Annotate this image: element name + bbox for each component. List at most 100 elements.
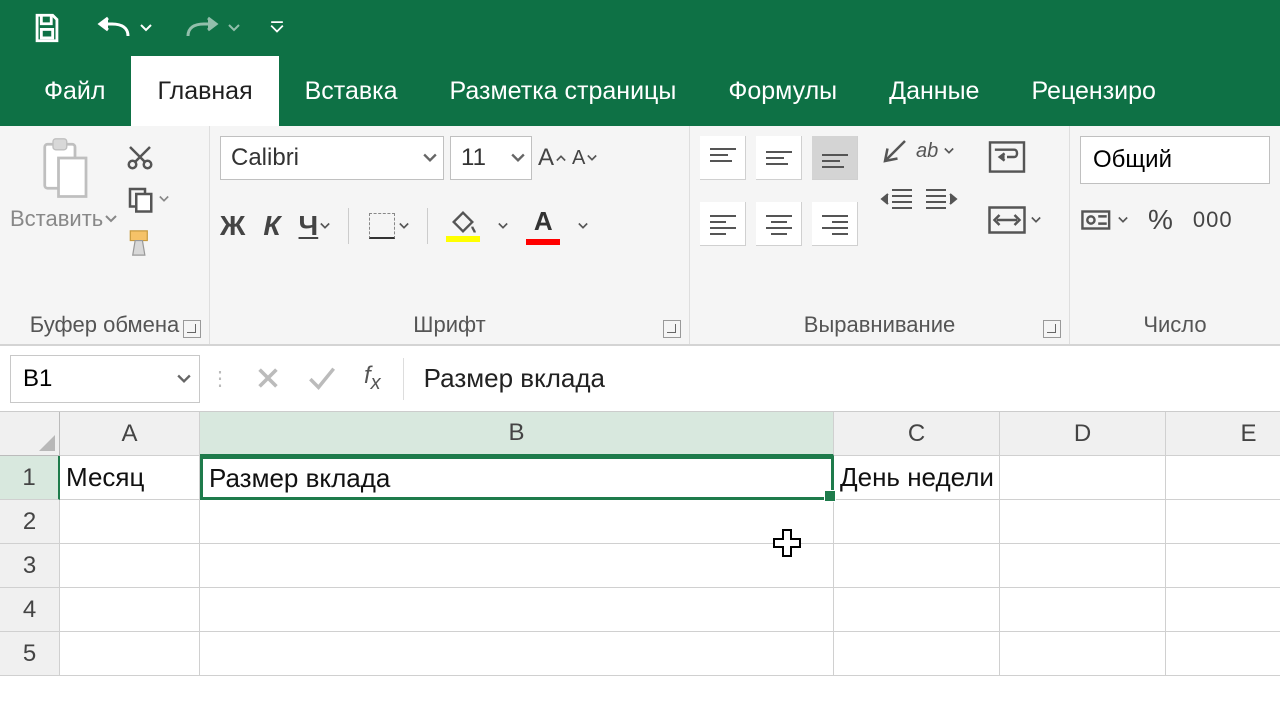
align-left-button[interactable] bbox=[700, 202, 746, 246]
confirm-edit-button[interactable] bbox=[308, 366, 336, 390]
number-format-value: Общий bbox=[1093, 146, 1172, 174]
cell-C3[interactable] bbox=[834, 544, 1000, 588]
cell-D3[interactable] bbox=[1000, 544, 1166, 588]
cell-E3[interactable] bbox=[1166, 544, 1280, 588]
font-color-button[interactable]: A bbox=[526, 206, 560, 245]
tab-formulas[interactable]: Формулы bbox=[702, 56, 863, 126]
tab-page-layout[interactable]: Разметка страницы bbox=[424, 56, 703, 126]
cell-A5[interactable] bbox=[60, 632, 200, 676]
underline-button[interactable]: Ч bbox=[299, 210, 331, 242]
group-label-number: Число bbox=[1080, 312, 1270, 340]
cell-A3[interactable] bbox=[60, 544, 200, 588]
tab-review[interactable]: Рецензиро bbox=[1005, 56, 1181, 126]
alignment-dialog-launcher[interactable] bbox=[1043, 320, 1061, 338]
paste-caret-icon bbox=[105, 213, 117, 225]
cell-E4[interactable] bbox=[1166, 588, 1280, 632]
accounting-format-button[interactable] bbox=[1080, 206, 1128, 234]
number-format-combo[interactable]: Общий bbox=[1080, 136, 1270, 184]
underline-caret-icon bbox=[320, 221, 330, 231]
font-color-caret-icon[interactable] bbox=[578, 221, 588, 231]
name-box[interactable]: B1 bbox=[10, 355, 200, 403]
ribbon: Вставить bbox=[0, 126, 1280, 346]
col-header-B[interactable]: B bbox=[200, 412, 834, 456]
redo-caret-icon[interactable] bbox=[228, 22, 240, 34]
cell-C4[interactable] bbox=[834, 588, 1000, 632]
comma-style-button[interactable]: 000 bbox=[1193, 207, 1233, 233]
insert-function-button[interactable]: fx bbox=[364, 362, 381, 395]
italic-button[interactable]: К bbox=[263, 210, 280, 242]
row-header-3[interactable]: 3 bbox=[0, 544, 60, 588]
font-name-combo[interactable]: Calibri bbox=[220, 136, 444, 180]
font-name-value: Calibri bbox=[231, 144, 299, 172]
select-all-corner[interactable] bbox=[0, 412, 60, 456]
font-dialog-launcher[interactable] bbox=[663, 320, 681, 338]
col-header-A[interactable]: A bbox=[60, 412, 200, 456]
col-header-E[interactable]: E bbox=[1166, 412, 1280, 456]
align-right-button[interactable] bbox=[812, 202, 858, 246]
cell-D5[interactable] bbox=[1000, 632, 1166, 676]
row-header-2[interactable]: 2 bbox=[0, 500, 60, 544]
row-header-5[interactable]: 5 bbox=[0, 632, 60, 676]
save-button[interactable] bbox=[30, 0, 64, 56]
ribbon-tabs: Файл Главная Вставка Разметка страницы Ф… bbox=[0, 56, 1280, 126]
cell-D1[interactable] bbox=[1000, 456, 1166, 500]
cell-B1[interactable]: Размер вклада bbox=[200, 456, 834, 500]
undo-button[interactable] bbox=[94, 0, 152, 56]
col-header-D[interactable]: D bbox=[1000, 412, 1166, 456]
cell-E2[interactable] bbox=[1166, 500, 1280, 544]
cell-C1[interactable]: День недели bbox=[834, 456, 1000, 500]
undo-caret-icon[interactable] bbox=[140, 22, 152, 34]
cell-C2[interactable] bbox=[834, 500, 1000, 544]
clipboard-dialog-launcher[interactable] bbox=[183, 320, 201, 338]
group-clipboard: Вставить bbox=[0, 126, 210, 344]
cell-D4[interactable] bbox=[1000, 588, 1166, 632]
borders-button[interactable] bbox=[367, 211, 409, 241]
cell-E1[interactable] bbox=[1166, 456, 1280, 500]
orientation-button[interactable]: ab bbox=[880, 136, 958, 166]
row-header-1[interactable]: 1 bbox=[0, 456, 60, 500]
increase-indent-button[interactable] bbox=[924, 186, 958, 219]
cell-C5[interactable] bbox=[834, 632, 1000, 676]
cut-button[interactable] bbox=[125, 142, 169, 172]
cell-D2[interactable] bbox=[1000, 500, 1166, 544]
cell-A4[interactable] bbox=[60, 588, 200, 632]
decrease-indent-button[interactable] bbox=[880, 186, 914, 219]
tab-home[interactable]: Главная bbox=[131, 56, 278, 126]
merge-center-button[interactable] bbox=[987, 205, 1041, 235]
increase-font-button[interactable]: A bbox=[538, 144, 566, 172]
paste-button[interactable]: Вставить bbox=[10, 136, 117, 232]
group-label-font: Шрифт bbox=[220, 312, 679, 340]
copy-button[interactable] bbox=[125, 184, 169, 214]
align-middle-button[interactable] bbox=[756, 136, 802, 180]
cell-B2[interactable] bbox=[200, 500, 834, 544]
col-header-C[interactable]: C bbox=[834, 412, 1000, 456]
cancel-edit-button[interactable] bbox=[256, 366, 280, 390]
font-size-combo[interactable]: 11 bbox=[450, 136, 532, 180]
row-header-4[interactable]: 4 bbox=[0, 588, 60, 632]
redo-button[interactable] bbox=[182, 0, 240, 56]
cell-A2[interactable] bbox=[60, 500, 200, 544]
align-top-button[interactable] bbox=[700, 136, 746, 180]
cell-B4[interactable] bbox=[200, 588, 834, 632]
tab-data[interactable]: Данные bbox=[863, 56, 1005, 126]
format-painter-button[interactable] bbox=[125, 226, 169, 260]
wrap-text-button[interactable] bbox=[987, 140, 1041, 179]
fill-color-caret-icon[interactable] bbox=[498, 221, 508, 231]
tab-file[interactable]: Файл bbox=[18, 56, 131, 126]
customize-qat-button[interactable] bbox=[270, 0, 284, 56]
percent-button[interactable]: % bbox=[1148, 204, 1173, 236]
cell-E5[interactable] bbox=[1166, 632, 1280, 676]
copy-caret-icon bbox=[159, 194, 169, 204]
tab-insert[interactable]: Вставка bbox=[279, 56, 424, 126]
fill-color-button[interactable] bbox=[446, 210, 480, 242]
align-center-button[interactable] bbox=[756, 202, 802, 246]
cell-B5[interactable] bbox=[200, 632, 834, 676]
cell-A1[interactable]: Месяц bbox=[60, 456, 200, 500]
spreadsheet-grid[interactable]: A B C D E 1 Месяц Размер вклада День нед… bbox=[0, 412, 1280, 676]
align-bottom-button[interactable] bbox=[812, 136, 858, 180]
bold-button[interactable]: Ж bbox=[220, 210, 245, 242]
formula-bar-content[interactable]: Размер вклада bbox=[424, 363, 605, 394]
decrease-font-button[interactable]: A bbox=[572, 147, 597, 170]
name-box-caret-icon[interactable] bbox=[177, 372, 191, 386]
cell-B3[interactable] bbox=[200, 544, 834, 588]
